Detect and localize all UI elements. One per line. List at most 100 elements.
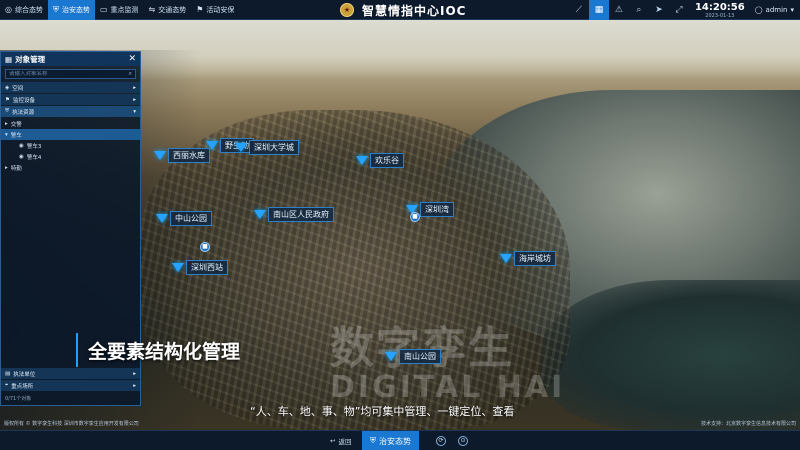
fullscreen-icon[interactable]: ⤢	[669, 0, 689, 20]
chevron-right-icon: ▸	[133, 96, 136, 103]
chevron-right-icon: ▸	[133, 84, 136, 91]
marker-label: 欢乐谷	[370, 153, 404, 168]
toolbar-right: ⟋ ▦ ⚠ ⌕ ➤ ⤢ 14:20:56 2023-01-13 ◯ admin …	[569, 0, 800, 20]
globe-icon: ◎	[5, 5, 12, 14]
shield-icon: ⛨	[370, 436, 376, 445]
bottom-bar: ↩ 返回 ⛨ 治安态势 ⟳ ⊙	[0, 430, 800, 450]
rotate-view-button[interactable]: ⟳	[436, 431, 446, 450]
category-label: 执法资源	[12, 109, 35, 116]
police-badge-icon: ★	[340, 3, 354, 17]
tab-key-monitoring[interactable]: ▭ 重点监测	[95, 0, 144, 20]
tab-label: 交通态势	[158, 5, 187, 14]
marker-label: 西丽水库	[168, 148, 210, 163]
tree-item-traffic-police[interactable]: ▸ 交警	[1, 118, 140, 129]
camera-icon: ⚑	[5, 96, 10, 103]
map-pin-icon	[500, 254, 512, 263]
tree-label: 交警	[10, 121, 22, 128]
clock-time: 14:20:56	[694, 1, 745, 13]
marker-zhongshan-park[interactable]: 中山公园	[156, 211, 212, 226]
tab-event-security[interactable]: ⚑ 活动安保	[191, 0, 239, 20]
location-icon: ⌖	[5, 382, 9, 388]
tab-public-security[interactable]: ⛨ 治安态势	[47, 0, 95, 20]
bus-station-icon[interactable]: ■	[200, 242, 210, 252]
tree-label: 警车4	[26, 154, 42, 161]
map-pin-icon	[385, 352, 397, 361]
current-mode-button[interactable]: ⛨ 治安态势	[362, 431, 419, 450]
marker-xili-reservoir[interactable]: 西丽水库	[154, 148, 210, 163]
feature-subcaption: “人、车、地、事、物”均可集中管理、一键定位、查看	[250, 405, 515, 418]
back-button[interactable]: ↩ 返回	[330, 431, 351, 450]
search-icon[interactable]: ⌕	[629, 0, 649, 20]
building-icon: ▤	[5, 370, 11, 377]
brand: ★ 智慧情指中心IOC	[340, 0, 466, 20]
category-enforcement-units[interactable]: ▤ 执法单位 ▸	[1, 368, 140, 379]
chart-icon[interactable]: ⟋	[569, 0, 589, 20]
send-icon[interactable]: ➤	[649, 0, 669, 20]
tree-item-police-car[interactable]: ▾ 警车	[1, 129, 140, 140]
search-icon[interactable]: ⌕	[129, 70, 132, 78]
rotate-icon: ⟳	[436, 436, 446, 446]
marker-label: 深圳西站	[186, 260, 228, 275]
tree-item-special-duty[interactable]: ▸ 特勤	[1, 162, 140, 173]
traffic-icon: ⇋	[148, 5, 156, 14]
clock: 14:20:56 2023-01-13	[689, 2, 751, 19]
marker-happy-valley[interactable]: 欢乐谷	[356, 153, 404, 168]
panel-header: ▦ 对象管理 ✕	[1, 52, 140, 66]
map-pin-icon	[172, 263, 184, 272]
copyright-left: 版权所有 © 数字孪生科技 深圳市数字孪生应用开发有限公司	[4, 421, 139, 427]
tab-label: 活动安保	[206, 5, 235, 14]
tree-item-police-car-4[interactable]: ◉ 警车4	[1, 151, 140, 162]
tab-label: 重点监测	[110, 5, 139, 14]
marker-label: 海岸城坊	[514, 251, 556, 266]
tab-traffic[interactable]: ⇋ 交通态势	[144, 0, 192, 20]
marker-nanshan-park[interactable]: 南山公园	[385, 349, 441, 364]
close-icon[interactable]: ✕	[128, 54, 136, 64]
monitor-icon: ▭	[99, 5, 108, 14]
map-pin-icon	[254, 210, 266, 219]
object-count: 0/71个对象	[5, 396, 32, 402]
category-law-enforcement[interactable]: ⛨ 执法资源 ▾	[1, 106, 140, 117]
marker-nanshan-gov[interactable]: 南山区人民政府	[254, 207, 334, 222]
category-label: 监控设备	[12, 97, 35, 104]
marker-coastal-city[interactable]: 海岸城坊	[500, 251, 556, 266]
caret-right-icon: ▸	[5, 120, 8, 127]
map-pin-icon	[356, 156, 368, 165]
space-icon: ◈	[5, 84, 10, 91]
caret-down-icon: ▾	[5, 131, 8, 138]
marker-label: 南山区人民政府	[268, 207, 334, 222]
username: admin	[765, 6, 788, 14]
user-icon: ◯	[754, 6, 763, 14]
object-search: ⌕	[5, 69, 136, 79]
tab-comprehensive[interactable]: ◎ 综合态势	[0, 0, 48, 20]
chevron-right-icon: ▸	[133, 382, 136, 389]
marker-label: 深圳大学城	[249, 140, 299, 155]
marker-label: 中山公园	[170, 211, 212, 226]
current-mode-label: 治安态势	[379, 436, 411, 446]
category-monitoring-devices[interactable]: ⚑ 监控设备 ▸	[1, 94, 140, 105]
user-menu[interactable]: ◯ admin ▾	[751, 6, 800, 14]
top-navigation-bar: ◎ 综合态势 ⛨ 治安态势 ▭ 重点监测 ⇋ 交通态势 ⚑ 活动安保 ★ 智慧情…	[0, 0, 800, 20]
alert-icon[interactable]: ⚠	[609, 0, 629, 20]
feature-caption: 全要素结构化管理	[76, 333, 240, 367]
map-pin-icon	[235, 143, 247, 152]
chevron-down-icon: ▾	[790, 6, 794, 14]
category-space[interactable]: ◈ 空间 ▸	[1, 82, 140, 93]
map-pin-icon	[206, 141, 218, 150]
panel-bottom: ▤ 执法单位 ▸ ⌖ 重点场所 ▸ 0/71个对象	[1, 367, 140, 405]
tree-item-police-car-3[interactable]: ◉ 警车3	[1, 140, 140, 151]
locate-button[interactable]: ⊙	[458, 431, 468, 450]
caret-right-icon: ▸	[5, 164, 8, 171]
object-search-input[interactable]	[9, 71, 129, 77]
layers-icon[interactable]: ▦	[588, 0, 609, 20]
panel-title: ▦ 对象管理	[5, 54, 45, 65]
marker-shenzhen-univ-town[interactable]: 深圳大学城	[235, 140, 299, 155]
map-pin-icon	[154, 151, 166, 160]
copyright-right: 技术支持：北京数字孪生信息技术有限公司	[700, 421, 796, 427]
marker-shenzhen-west-station[interactable]: 深圳西站	[172, 260, 228, 275]
grid-icon: ▦	[5, 54, 13, 64]
category-key-places[interactable]: ⌖ 重点场所 ▸	[1, 380, 140, 391]
tab-label: 综合态势	[14, 5, 43, 14]
badge-icon: ⛨	[5, 108, 10, 114]
bus-station-icon[interactable]: ■	[410, 212, 420, 222]
app-title: 智慧情指中心IOC	[362, 3, 467, 18]
